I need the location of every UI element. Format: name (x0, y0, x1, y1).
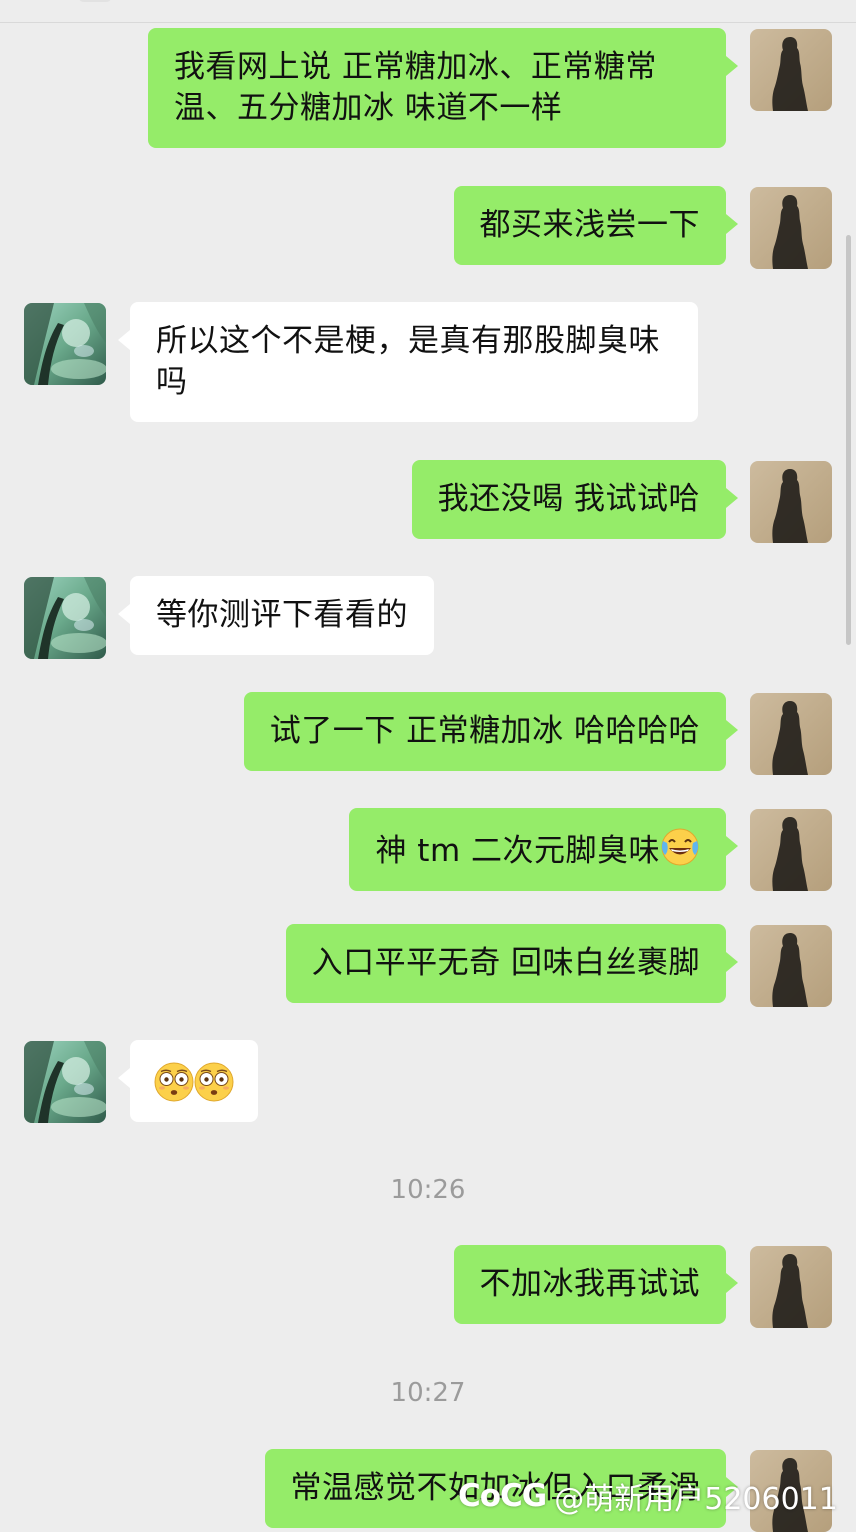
peer-avatar[interactable] (24, 303, 106, 385)
flushed-face-icon (154, 1062, 194, 1102)
message-bubble[interactable]: 不加冰我再试试 (453, 1245, 738, 1324)
flushed-face-icon (194, 1062, 234, 1102)
watermark: CoCG @萌新用户5206011 (458, 1474, 838, 1518)
timestamp: 10:27 (390, 1378, 466, 1408)
message-bubble[interactable]: 都买来浅尝一下 (453, 186, 738, 265)
tears-of-joy-icon (660, 827, 700, 867)
message-bubble[interactable] (118, 1040, 258, 1122)
message-bubble[interactable]: 试了一下 正常糖加冰 哈哈哈哈 (243, 692, 739, 771)
my-avatar[interactable] (750, 693, 832, 775)
my-avatar[interactable] (750, 187, 832, 269)
message-bubble[interactable]: 入口平平无奇 回味白丝裹脚 (285, 924, 739, 1003)
message-bubble[interactable]: 我看网上说 正常糖加冰、正常糖常温、五分糖加冰 味道不一样 (148, 28, 738, 148)
my-avatar[interactable] (750, 809, 832, 891)
my-avatar[interactable] (750, 461, 832, 543)
watermark-text: @萌新用户5206011 (554, 1482, 838, 1517)
my-avatar[interactable] (750, 925, 832, 1007)
peer-avatar[interactable] (24, 577, 106, 659)
scrollbar[interactable] (846, 235, 851, 645)
peer-avatar[interactable] (24, 1041, 106, 1123)
top-nub (78, 0, 112, 2)
message-bubble[interactable]: 所以这个不是梗，是真有那股脚臭味吗 (118, 302, 698, 422)
timestamp: 10:26 (390, 1175, 466, 1205)
top-divider (0, 0, 856, 23)
message-bubble[interactable]: 神 tm 二次元脚臭味 (349, 808, 738, 891)
my-avatar[interactable] (750, 29, 832, 111)
message-text: 神 tm 二次元脚臭味 (375, 833, 660, 869)
watermark-logo: CoCG (458, 1478, 547, 1514)
message-bubble[interactable]: 等你测评下看看的 (118, 576, 434, 655)
my-avatar[interactable] (750, 1246, 832, 1328)
message-bubble[interactable]: 我还没喝 我试试哈 (411, 460, 739, 539)
